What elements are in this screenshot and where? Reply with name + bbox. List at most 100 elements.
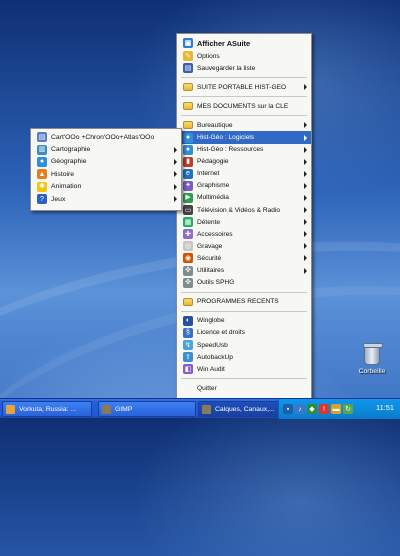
menu-item-outils-sphg[interactable]: ✜ Outils SPHG (177, 277, 311, 289)
submenu-arrow-icon (304, 84, 307, 91)
update-icon[interactable]: ↻ (343, 404, 353, 414)
menu-item-label: Hist-Géo : Logiciels (197, 134, 255, 142)
menu-item-options[interactable]: ✎ Options (177, 50, 311, 62)
asuite-main-menu: ▣ Afficher ASuite ✎ Options ▤ Sauvegarder la … (176, 33, 312, 409)
submenu-arrow-icon (304, 134, 307, 141)
blank-icon (183, 383, 193, 393)
media-icon: ▶ (183, 192, 193, 203)
menu-item-histoire[interactable]: ▲ Histoire (31, 168, 181, 180)
submenu-arrow-icon (304, 231, 307, 238)
winglobe-icon: ◐ (183, 315, 193, 326)
menu-item-licence-et-droits[interactable]: § Licence et droits (177, 327, 311, 339)
backup-icon: ⇪ (183, 352, 193, 363)
menu-item-label: Outils SPHG (197, 279, 235, 287)
menu-item-multimedia[interactable]: ▶ Multimédia (177, 192, 311, 204)
taskbar-button-gimp[interactable]: GIMP (98, 401, 196, 417)
menu-item-jeux[interactable]: ? Jeux (31, 193, 181, 205)
menu-item-quitter[interactable]: Quitter (177, 382, 311, 394)
taskbar: Vorkuta, Russia: ... GIMP Calques, Canau… (0, 398, 400, 419)
menu-item-bureautique[interactable]: Bureautique (177, 119, 311, 131)
menu-item-accessoires[interactable]: ✚ Accessoires (177, 228, 311, 240)
document-icon: ▤ (37, 132, 47, 143)
menu-item-afficher-asuite[interactable]: ▣ Afficher ASuite (177, 36, 311, 50)
menu-item-label: Télévision & Vidéos & Radio (197, 206, 281, 214)
menu-item-suite-portable-hist-geo[interactable]: SUITE PORTABLE HIST-GEO (177, 81, 311, 93)
internet-icon: e (183, 168, 193, 179)
menu-item-label: Afficher ASuite (197, 38, 251, 48)
menu-item-label: Sauvegarder la liste (197, 64, 256, 72)
submenu-arrow-icon (304, 170, 307, 177)
menu-item-autobackup[interactable]: ⇪ AutobackUp (177, 351, 311, 363)
menu-item-programmes-recents[interactable]: PROGRAMMES RECENTS (177, 296, 311, 308)
submenu-arrow-icon (304, 122, 307, 129)
network-icon[interactable]: ▪ (283, 404, 293, 414)
menu-item-label: Histoire (51, 170, 75, 178)
accessories-icon: ✚ (183, 229, 193, 240)
menu-item-internet[interactable]: e Internet (177, 168, 311, 180)
submenu-arrow-icon (304, 219, 307, 226)
menu-item-label: Détente (197, 218, 221, 226)
tv-icon: ▭ (183, 205, 193, 216)
folder-icon (183, 83, 193, 92)
tools-icon: ✜ (183, 265, 193, 276)
menu-item-label: Options (197, 52, 220, 60)
menu-item-label: Cartographie (51, 146, 91, 154)
menu-item-pedagogie[interactable]: ▮ Pédagogie (177, 156, 311, 168)
menu-item-speedusb[interactable]: ↯ SpeedUsb (177, 339, 311, 351)
menu-separator (181, 115, 307, 117)
globe-icon: ● (183, 144, 193, 155)
menu-separator (181, 77, 307, 79)
taskbar-button-layers[interactable]: Calques, Canaux,... (198, 401, 282, 417)
submenu-arrow-icon (304, 182, 307, 189)
menu-item-win-audit[interactable]: ◧ Win Audit (177, 363, 311, 375)
warning-icon[interactable]: ! (319, 404, 329, 414)
volume-icon[interactable]: ♪ (295, 404, 305, 414)
folder-icon (183, 102, 193, 111)
usb-icon[interactable]: ▬ (331, 404, 341, 414)
menu-item-geographie[interactable]: ● Géographie (31, 156, 181, 168)
book-icon: ▮ (183, 156, 193, 167)
menu-item-label: Accessoires (197, 230, 233, 238)
menu-item-utilitaires[interactable]: ✜ Utilitaires (177, 265, 311, 277)
menu-item-winglobe[interactable]: ◐ Winglobe (177, 315, 311, 327)
menu-item-graphisme[interactable]: ✦ Graphisme (177, 180, 311, 192)
menu-item-television-videos-radio[interactable]: ▭ Télévision & Vidéos & Radio (177, 204, 311, 216)
history-icon: ▲ (37, 169, 47, 180)
taskbar-clock[interactable]: 11:51 (376, 403, 394, 412)
recycle-bin-desktop-icon[interactable]: Corbeille (352, 343, 392, 375)
shield-icon[interactable]: ◆ (307, 404, 317, 414)
menu-item-mes-documents-sur-la-cle[interactable]: MES DOCUMENTS sur la CLE (177, 100, 311, 112)
menu-item-sauvegarder-la-liste[interactable]: ▤ Sauvegarder la liste (177, 62, 311, 74)
recycle-bin-icon (363, 343, 383, 365)
menu-item-label: Quitter (197, 384, 217, 392)
submenu-arrow-icon (304, 255, 307, 262)
menu-item-securite[interactable]: ◉ Sécurité (177, 252, 311, 264)
menu-item-detente[interactable]: ▦ Détente (177, 216, 311, 228)
submenu-arrow-icon (174, 171, 177, 178)
submenu-arrow-icon (174, 196, 177, 203)
asuite-icon: ▣ (183, 38, 193, 48)
menu-item-hist-geo-ressources[interactable]: ● Hist-Géo : Ressources (177, 144, 311, 156)
taskbar-button-label: Vorkuta, Russia: ... (19, 405, 77, 413)
recycle-bin-label: Corbeille (358, 368, 386, 375)
menu-item-label: Winglobe (197, 317, 225, 325)
menu-item-label: Hist-Géo : Ressources (197, 146, 264, 154)
menu-item-label: Sécurité (197, 254, 222, 262)
menu-item-cart-ooo-chron-ooo-atlas-ooo[interactable]: ▤ Cart'OOo +Chron'OOo+Atlas'OOo (31, 131, 181, 143)
menu-item-hist-geo-logiciels[interactable]: ● Hist-Géo : Logiciels (177, 131, 311, 144)
menu-item-gravage[interactable]: ◎ Gravage (177, 240, 311, 252)
menu-item-label: Bureautique (197, 121, 233, 129)
taskbar-button-browser[interactable]: Vorkuta, Russia: ... (2, 401, 92, 417)
submenu-arrow-icon (304, 146, 307, 153)
license-icon: § (183, 327, 193, 338)
submenu-arrow-icon (304, 158, 307, 165)
submenu-arrow-icon (174, 183, 177, 190)
gimp-icon (102, 404, 111, 414)
globe-icon: ● (183, 132, 193, 143)
menu-item-cartographie[interactable]: ▥ Cartographie (31, 143, 181, 155)
submenu-arrow-icon (304, 267, 307, 274)
menu-item-label: SpeedUsb (197, 341, 228, 349)
menu-item-label: Animation (51, 183, 82, 191)
menu-item-label: MES DOCUMENTS sur la CLE (197, 102, 289, 110)
menu-item-animation[interactable]: ✺ Animation (31, 181, 181, 193)
